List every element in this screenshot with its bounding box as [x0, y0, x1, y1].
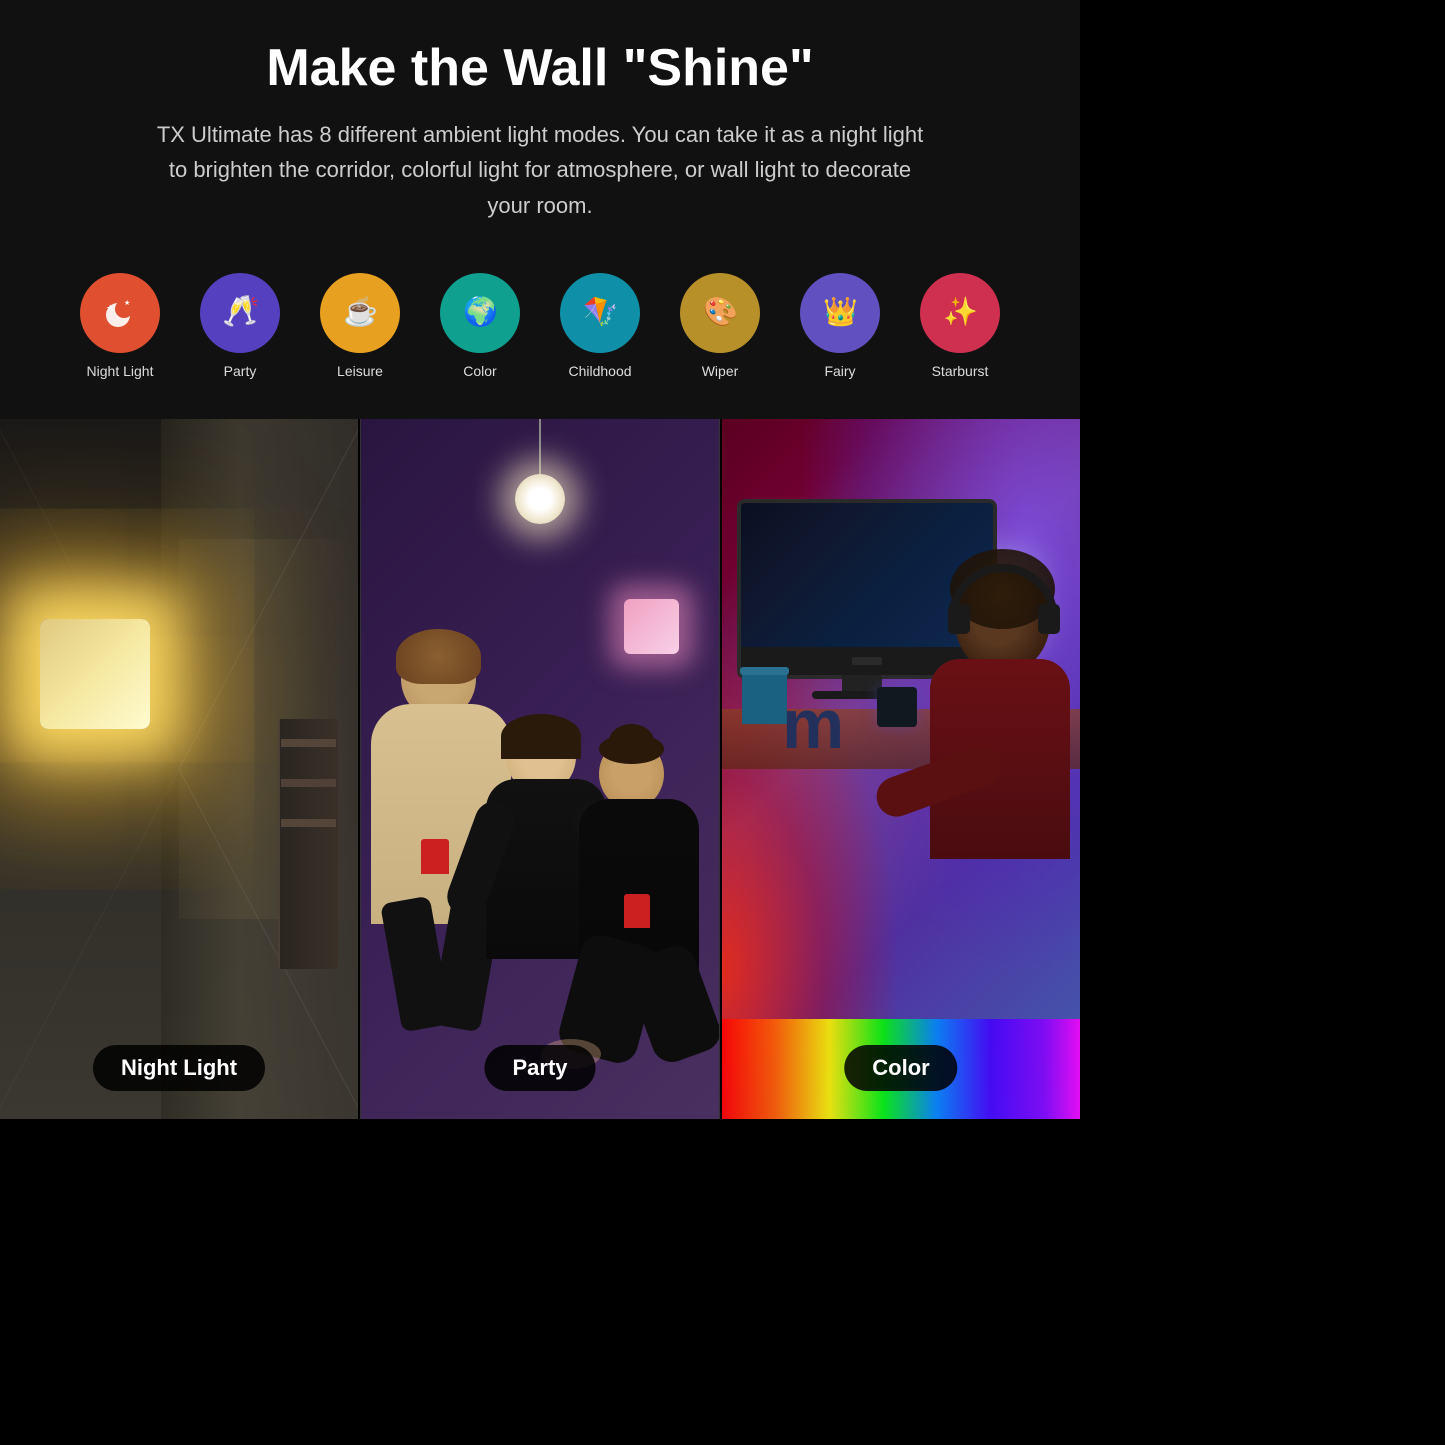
images-section: Night Light: [0, 419, 1080, 1119]
party-scene: [361, 419, 719, 1119]
icon-item-wiper[interactable]: 🎨 Wiper: [675, 273, 765, 379]
svg-text:★: ★: [124, 299, 130, 307]
icon-item-color[interactable]: 🌍 Color: [435, 273, 525, 379]
childhood-icon: 🪁: [560, 273, 640, 353]
svg-text:🪁: 🪁: [583, 296, 618, 327]
party-panel-label: Party: [484, 1045, 595, 1091]
icon-item-party[interactable]: 🥂 Party: [195, 273, 285, 379]
icon-item-night-light[interactable]: ★ ★ Night Light: [75, 273, 165, 379]
svg-text:★: ★: [106, 303, 114, 313]
color-icon: 🌍: [440, 273, 520, 353]
starburst-label: Starburst: [932, 363, 989, 379]
header-section: Make the Wall "Shine" TX Ultimate has 8 …: [0, 0, 1080, 243]
panel-color: m Color: [722, 419, 1080, 1119]
night-light-icon: ★ ★: [80, 273, 160, 353]
icon-item-fairy[interactable]: 👑 Fairy: [795, 273, 885, 379]
night-light-label: Night Light: [87, 363, 154, 379]
fairy-icon: 👑: [800, 273, 880, 353]
subtitle: TX Ultimate has 8 different ambient ligh…: [150, 117, 930, 223]
panel-party: Party: [360, 419, 720, 1119]
color-panel-label: Color: [844, 1045, 957, 1091]
svg-text:🥂: 🥂: [222, 294, 259, 328]
childhood-label: Childhood: [568, 363, 631, 379]
icons-section: ★ ★ Night Light 🥂 Party ☕ Leisure 🌍 Colo…: [0, 243, 1080, 419]
wiper-label: Wiper: [702, 363, 739, 379]
svg-text:👑: 👑: [823, 296, 858, 328]
svg-text:🌍: 🌍: [463, 295, 498, 328]
starburst-icon: ✨: [920, 273, 1000, 353]
svg-text:☕: ☕: [343, 294, 378, 328]
party-icon: 🥂: [200, 273, 280, 353]
color-scene: m: [722, 419, 1080, 1119]
icon-item-leisure[interactable]: ☕ Leisure: [315, 273, 405, 379]
leisure-label: Leisure: [337, 363, 383, 379]
panel-night-light: Night Light: [0, 419, 358, 1119]
svg-text:✨: ✨: [943, 296, 978, 327]
night-light-scene: [0, 419, 358, 1119]
main-title: Make the Wall "Shine": [60, 40, 1020, 97]
leisure-icon: ☕: [320, 273, 400, 353]
svg-text:🎨: 🎨: [703, 294, 738, 328]
icon-item-starburst[interactable]: ✨ Starburst: [915, 273, 1005, 379]
color-label: Color: [463, 363, 496, 379]
wiper-icon: 🎨: [680, 273, 760, 353]
night-light-panel-label: Night Light: [93, 1045, 265, 1091]
icon-item-childhood[interactable]: 🪁 Childhood: [555, 273, 645, 379]
party-label: Party: [224, 363, 257, 379]
fairy-label: Fairy: [824, 363, 855, 379]
